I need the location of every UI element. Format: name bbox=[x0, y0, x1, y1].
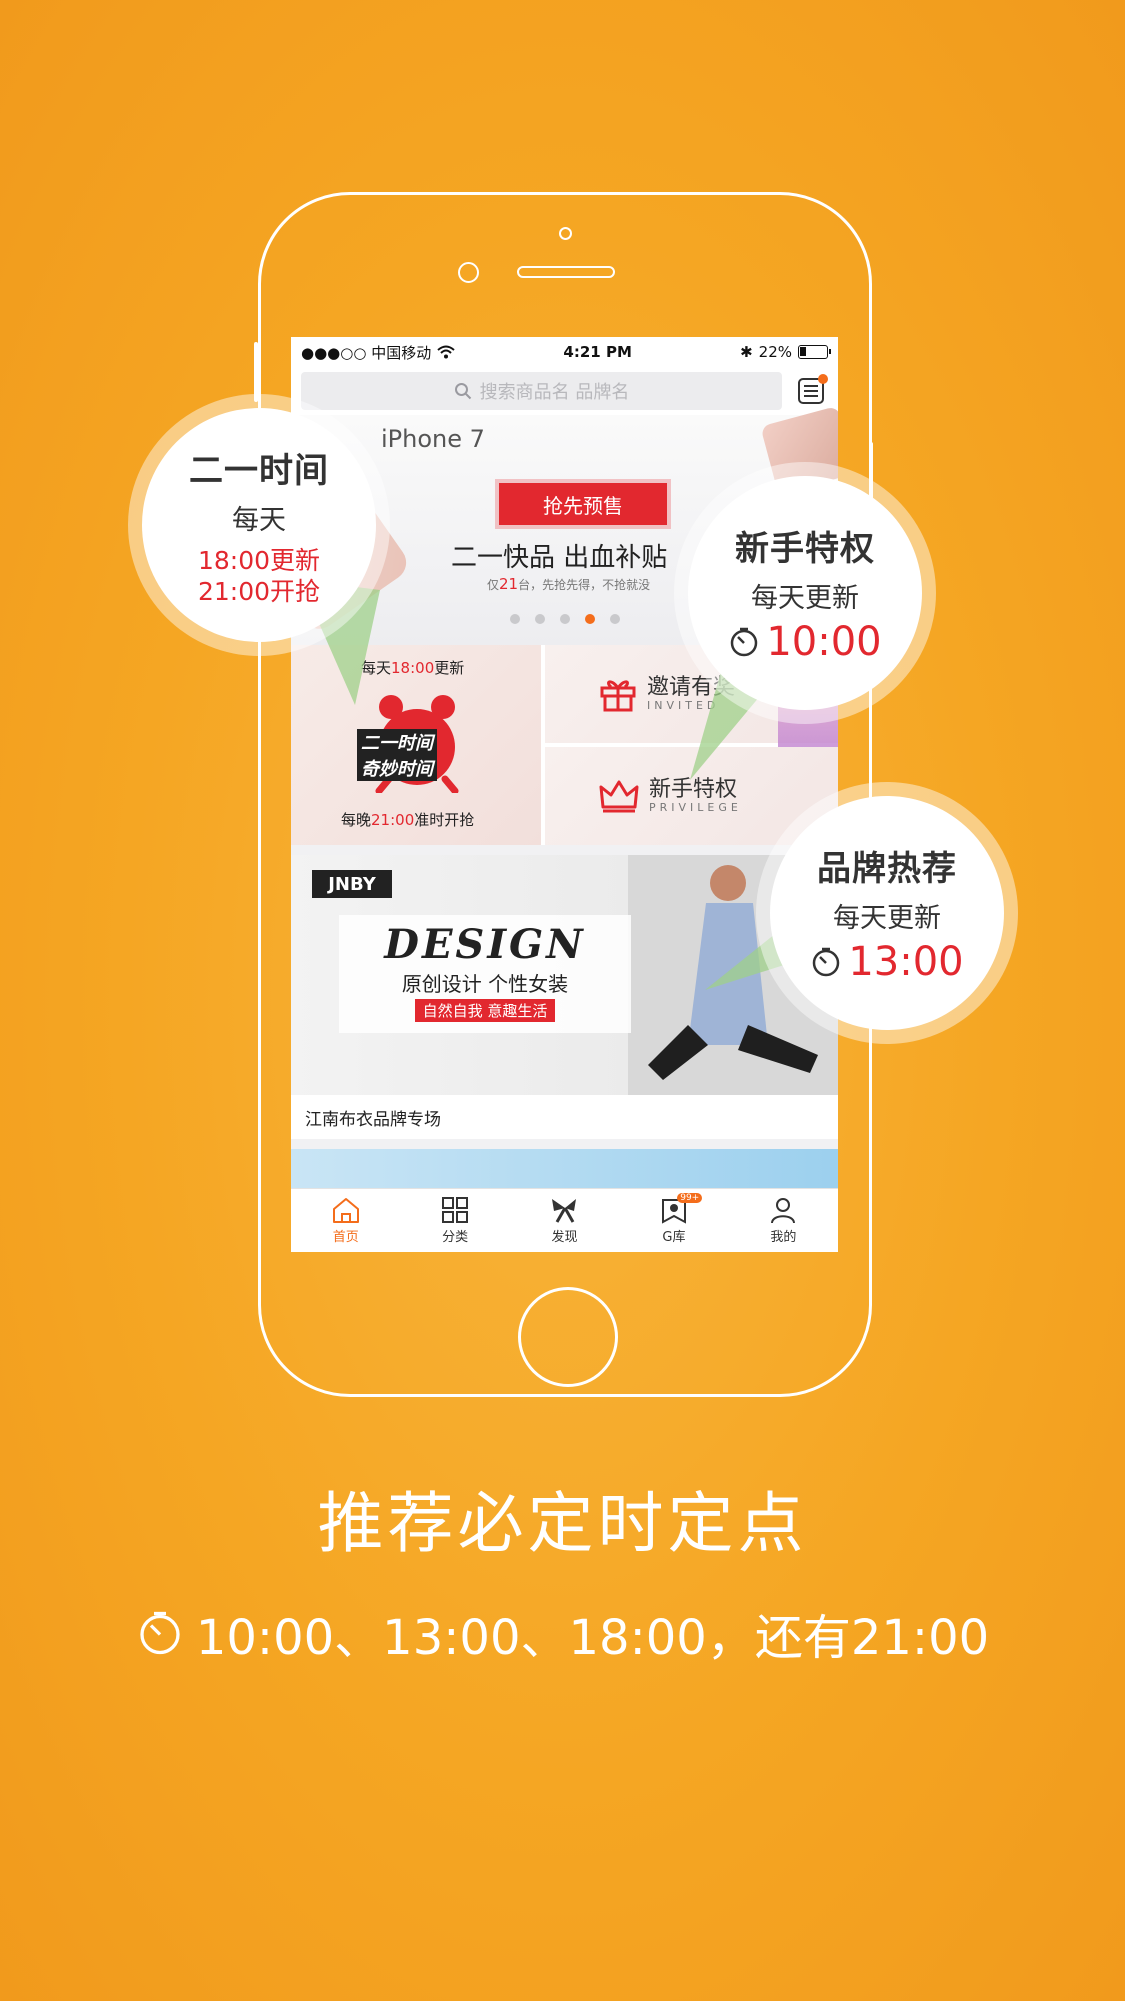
privilege-title: 新手特权 bbox=[649, 776, 738, 802]
gift-icon bbox=[600, 680, 636, 712]
profile-icon bbox=[771, 1198, 796, 1224]
volume-button bbox=[254, 342, 258, 402]
brand-caption[interactable]: 江南布衣品牌专场 bbox=[291, 1095, 838, 1139]
design-subheading: 原创设计 个性女装 bbox=[401, 972, 569, 996]
tab-label: 我的 bbox=[770, 1230, 797, 1245]
brand-logo: JNBY bbox=[312, 870, 392, 898]
home-button[interactable] bbox=[518, 1287, 618, 1387]
callout-subtitle: 每天更新 bbox=[833, 903, 941, 934]
callout-time: 21:00开抢 bbox=[197, 577, 321, 606]
design-heading: DESIGN bbox=[384, 921, 586, 968]
message-button[interactable] bbox=[794, 374, 828, 408]
tile-start-text: 每晚21:00准时开抢 bbox=[341, 811, 475, 829]
app-screen: ●●●○○ 中国移动 4:21 PM ✱ 22% 搜索商品名 品牌名 iPhon… bbox=[291, 337, 838, 1252]
tab-home[interactable]: 首页 bbox=[291, 1189, 400, 1252]
callout-brand-recommend: 品牌热荐 每天更新 13:00 bbox=[770, 796, 1004, 1030]
carousel-dot[interactable] bbox=[609, 614, 620, 624]
banner-subtitle: 仅21台，先抢先得，不抢就没 bbox=[487, 575, 651, 593]
clock-slogan: 二一时间 奇妙时间 bbox=[357, 729, 437, 781]
carrier-label: ●●●○○ 中国移动 bbox=[301, 343, 432, 362]
callout-erryi-time: 二一时间 每天 18:00更新 21:00开抢 bbox=[142, 408, 376, 642]
privilege-subtitle: PRIVILEGE bbox=[649, 800, 742, 814]
bluetooth-icon: ✱ bbox=[740, 343, 753, 361]
g-library-badge: 99+ bbox=[677, 1193, 703, 1203]
headline: 推荐必定时定点 bbox=[317, 1485, 808, 1562]
invite-title: 邀请有奖 bbox=[647, 674, 736, 700]
erryi-time-tile[interactable]: 每天18:00更新 二一时间 奇妙时间 每晚21:00准时开抢 bbox=[291, 645, 541, 845]
search-bar: 搜索商品名 品牌名 bbox=[291, 367, 838, 415]
battery-percent: 22% bbox=[758, 343, 792, 361]
crown-icon bbox=[599, 780, 639, 813]
design-tagline: 自然自我 意趣生活 bbox=[414, 999, 556, 1022]
carousel-dot[interactable] bbox=[559, 614, 570, 624]
invite-subtitle: INVITED bbox=[647, 698, 720, 712]
home-icon bbox=[332, 1198, 359, 1223]
tab-category[interactable]: 分类 bbox=[400, 1189, 509, 1252]
tab-g-library[interactable]: 99+ G库 bbox=[619, 1189, 728, 1252]
callout-time: 18:00更新 bbox=[197, 545, 321, 575]
search-icon bbox=[454, 383, 471, 400]
bow-icon bbox=[551, 1199, 576, 1223]
callout-time: 10:00 bbox=[766, 619, 882, 665]
clock: 4:21 PM bbox=[563, 343, 632, 361]
callout-time-row: 13:00 bbox=[810, 939, 964, 985]
brand-design-panel: DESIGN 原创设计 个性女装 自然自我 意趣生活 bbox=[339, 915, 631, 1033]
bottom-tab-bar: 首页 分类 发现 99+ G库 我的 bbox=[291, 1188, 838, 1252]
carousel-dot[interactable] bbox=[534, 614, 545, 624]
search-placeholder: 搜索商品名 品牌名 bbox=[479, 382, 630, 403]
banner-product-name: iPhone 7 bbox=[381, 425, 485, 453]
callout-title: 品牌热荐 bbox=[817, 849, 957, 889]
earpiece-speaker bbox=[517, 266, 615, 278]
subline: 10:00、13:00、18:00，还有21:00 bbox=[0, 1598, 1125, 1668]
search-input[interactable]: 搜索商品名 品牌名 bbox=[301, 372, 782, 410]
presale-button[interactable]: 抢先预售 bbox=[499, 483, 667, 525]
tab-label: G库 bbox=[662, 1230, 686, 1245]
callout-newbie-privilege: 新手特权 每天更新 10:00 bbox=[688, 476, 922, 710]
tab-profile[interactable]: 我的 bbox=[729, 1189, 838, 1252]
callout-title: 新手特权 bbox=[735, 529, 875, 569]
carousel-dot[interactable] bbox=[509, 614, 520, 624]
tab-label: 发现 bbox=[551, 1230, 578, 1245]
brand-banner[interactable]: JNBY DESIGN 原创设计 个性女装 自然自我 意趣生活 bbox=[291, 855, 838, 1095]
callout-time: 13:00 bbox=[848, 939, 964, 985]
tab-label: 首页 bbox=[332, 1230, 359, 1245]
next-banner-preview[interactable] bbox=[291, 1149, 838, 1189]
subline-text: 10:00、13:00、18:00，还有21:00 bbox=[195, 1610, 990, 1666]
wifi-icon bbox=[437, 345, 455, 359]
timer-icon bbox=[813, 947, 840, 977]
status-bar: ●●●○○ 中国移动 4:21 PM ✱ 22% bbox=[291, 337, 838, 367]
battery-icon bbox=[798, 345, 831, 359]
carousel-dot-active[interactable] bbox=[584, 614, 595, 624]
proximity-sensor bbox=[559, 227, 572, 240]
callout-subtitle: 每天更新 bbox=[751, 583, 859, 614]
front-camera-icon bbox=[458, 262, 479, 283]
timer-icon bbox=[731, 627, 758, 657]
timer-icon bbox=[140, 1611, 180, 1655]
banner-title: 二一快品 出血补贴 bbox=[451, 543, 668, 573]
category-grid-icon bbox=[442, 1197, 469, 1223]
tab-label: 分类 bbox=[442, 1230, 469, 1245]
callout-subtitle: 每天 bbox=[232, 504, 286, 536]
tile-update-text: 每天18:00更新 bbox=[361, 659, 465, 677]
tab-discover[interactable]: 发现 bbox=[510, 1189, 619, 1252]
callout-title: 二一时间 bbox=[189, 450, 329, 491]
unread-dot bbox=[818, 374, 828, 384]
newbie-privilege-tile[interactable]: 新手特权 PRIVILEGE bbox=[545, 747, 838, 845]
callout-time-row: 10:00 bbox=[728, 619, 882, 665]
